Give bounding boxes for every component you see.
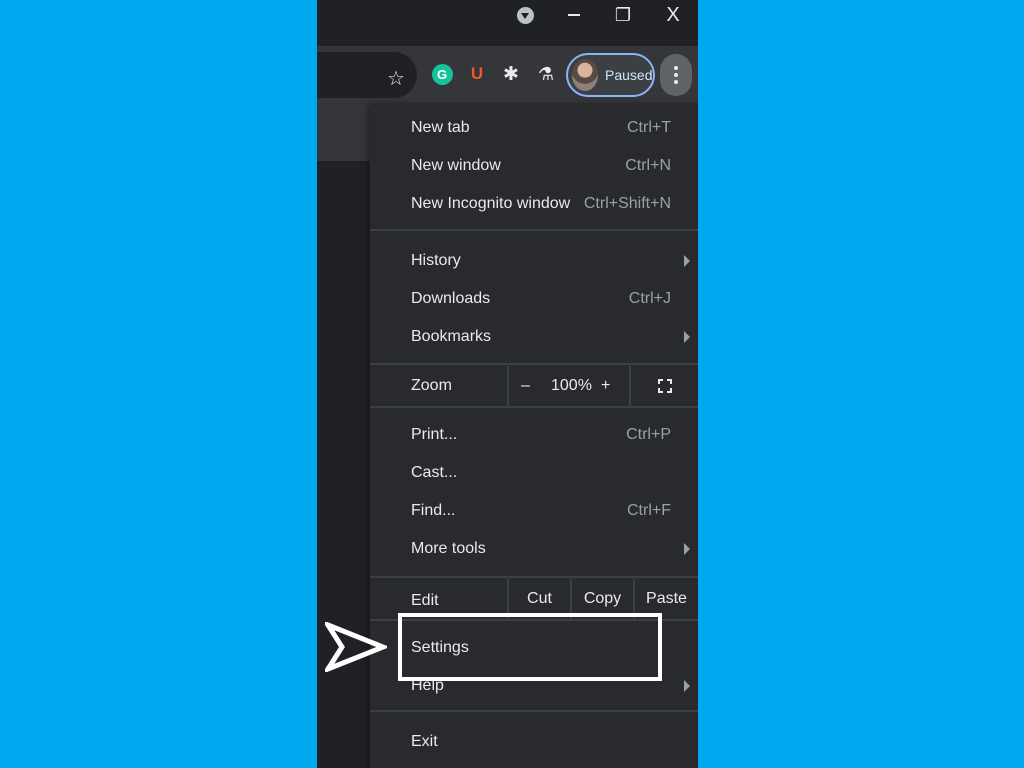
page-header-strip bbox=[317, 103, 370, 161]
extensions-puzzle-icon[interactable]: ✱ bbox=[499, 62, 523, 86]
zoom-row: Zoom – 100% + bbox=[370, 366, 698, 406]
menu-item-label: New Incognito window bbox=[411, 195, 571, 212]
zoom-level: 100% bbox=[551, 377, 592, 394]
settings-highlight-box bbox=[398, 613, 662, 681]
browser-toolbar: ☆ G U ✱ ⚗ Paused bbox=[317, 46, 698, 103]
zoom-controls: – 100% + bbox=[507, 366, 629, 406]
ublock-extension-icon[interactable]: U bbox=[465, 62, 489, 86]
fullscreen-icon bbox=[657, 379, 672, 393]
profile-status-label: Paused bbox=[605, 67, 653, 83]
menu-item-shortcut: Ctrl+T bbox=[627, 119, 671, 136]
minimize-icon bbox=[568, 14, 580, 16]
menu-item-shortcut: Ctrl+P bbox=[626, 426, 671, 443]
menu-separator bbox=[370, 363, 698, 365]
minimize-button[interactable] bbox=[554, 0, 594, 30]
grammarly-icon: G bbox=[431, 63, 453, 85]
menu-item-label: New window bbox=[411, 157, 501, 174]
kebab-dot-icon bbox=[674, 80, 678, 84]
chevron-right-icon bbox=[684, 255, 690, 267]
menu-item-label: Print... bbox=[411, 426, 458, 443]
menu-item-print[interactable]: Print... Ctrl+P bbox=[370, 416, 698, 454]
zoom-in-button[interactable]: + bbox=[601, 377, 610, 395]
menu-item-new-incognito-window[interactable]: New Incognito window Ctrl+Shift+N bbox=[370, 185, 698, 223]
menu-item-shortcut: Ctrl+F bbox=[627, 502, 671, 519]
menu-item-new-window[interactable]: New window Ctrl+N bbox=[370, 147, 698, 185]
menu-separator bbox=[370, 406, 698, 408]
chevron-right-icon bbox=[684, 543, 690, 555]
address-bar[interactable]: ☆ bbox=[317, 52, 417, 98]
copy-label: Copy bbox=[583, 590, 622, 607]
menu-item-label: Cast... bbox=[411, 464, 458, 481]
labs-flask-icon[interactable]: ⚗ bbox=[534, 62, 558, 86]
menu-item-more-tools[interactable]: More tools bbox=[370, 530, 698, 568]
menu-item-label: New tab bbox=[411, 119, 470, 136]
menu-separator bbox=[370, 576, 698, 578]
menu-item-label: Find... bbox=[411, 502, 456, 519]
menu-item-label: More tools bbox=[411, 540, 486, 557]
menu-item-label: Bookmarks bbox=[411, 328, 492, 345]
avatar bbox=[572, 59, 598, 91]
zoom-out-button[interactable]: – bbox=[521, 377, 530, 395]
menu-separator bbox=[370, 710, 698, 712]
kebab-dot-icon bbox=[674, 73, 678, 77]
bookmark-star-icon[interactable]: ☆ bbox=[387, 69, 405, 89]
menu-item-find[interactable]: Find... Ctrl+F bbox=[370, 492, 698, 530]
menu-item-history[interactable]: History bbox=[370, 242, 698, 280]
customize-menu-button[interactable] bbox=[660, 54, 692, 96]
chevron-down-icon bbox=[516, 6, 534, 24]
arrow-pointer-icon bbox=[325, 622, 387, 672]
menu-item-label: Exit bbox=[411, 733, 438, 750]
menu-item-shortcut: Ctrl+J bbox=[628, 290, 671, 307]
menu-separator bbox=[370, 229, 698, 231]
menu-item-shortcut: Ctrl+Shift+N bbox=[583, 195, 671, 212]
fullscreen-button[interactable] bbox=[629, 366, 698, 406]
menu-item-exit[interactable]: Exit bbox=[370, 723, 698, 761]
menu-item-bookmarks[interactable]: Bookmarks bbox=[370, 318, 698, 356]
cut-label: Cut bbox=[527, 590, 552, 607]
paste-label: Paste bbox=[646, 590, 687, 607]
menu-item-shortcut: Ctrl+N bbox=[625, 157, 671, 174]
menu-item-downloads[interactable]: Downloads Ctrl+J bbox=[370, 280, 698, 318]
chevron-right-icon bbox=[684, 680, 690, 692]
restore-button[interactable]: ❐ bbox=[603, 0, 643, 30]
close-button[interactable]: X bbox=[653, 0, 693, 30]
zoom-label: Zoom bbox=[411, 377, 452, 394]
chevron-right-icon bbox=[684, 331, 690, 343]
menu-item-cast[interactable]: Cast... bbox=[370, 454, 698, 492]
menu-item-label: Downloads bbox=[411, 290, 491, 307]
title-bar: ❐ X bbox=[317, 0, 698, 46]
menu-item-label: History bbox=[411, 252, 461, 269]
kebab-dot-icon bbox=[674, 66, 678, 70]
tab-search-button[interactable] bbox=[505, 0, 545, 30]
menu-item-new-tab[interactable]: New tab Ctrl+T bbox=[370, 109, 698, 147]
profile-button[interactable]: Paused bbox=[566, 53, 655, 97]
grammarly-extension-button[interactable]: G bbox=[430, 62, 454, 86]
